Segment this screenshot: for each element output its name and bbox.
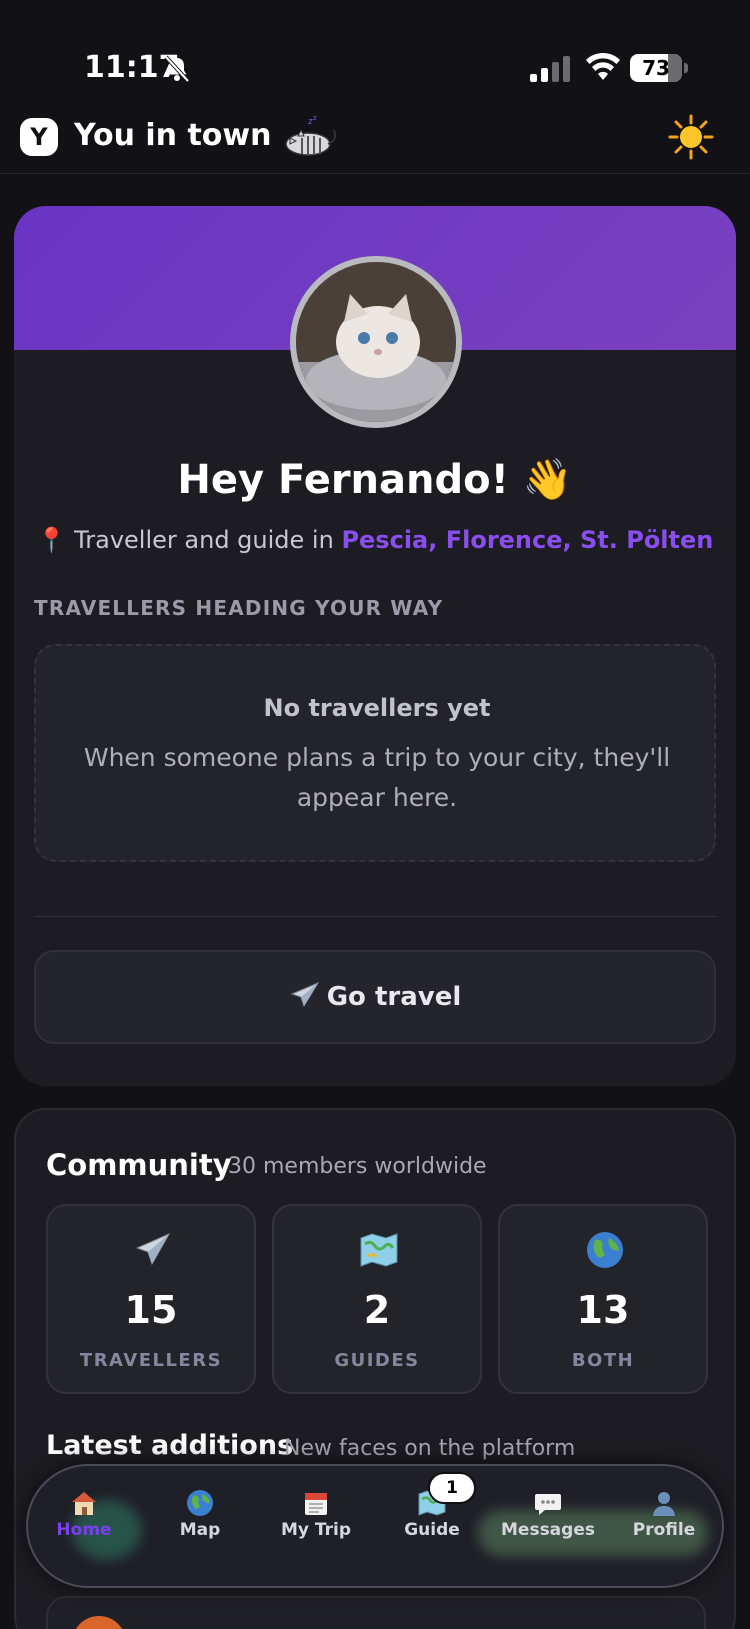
nav-item-messages[interactable]: Messages	[498, 1488, 598, 1568]
sun-icon[interactable]	[668, 114, 714, 160]
person-icon	[653, 1492, 675, 1516]
nav-label: Messages	[501, 1520, 595, 1540]
go-travel-button[interactable]: Go travel	[34, 950, 716, 1044]
go-travel-label: Go travel	[326, 982, 462, 1012]
stat-label: BOTH	[571, 1350, 635, 1371]
bell-slash-icon	[164, 55, 190, 83]
app-title: You in town	[74, 118, 272, 153]
divider	[34, 916, 716, 917]
latest-additions-subtitle: New faces on the platform	[284, 1436, 576, 1461]
logo-icon[interactable]: Y	[20, 118, 58, 156]
svg-text:z: z	[313, 114, 317, 122]
list-item[interactable]	[46, 1596, 706, 1629]
avatar[interactable]	[290, 256, 462, 428]
stat-card-travellers[interactable]: 15 TRAVELLERS	[46, 1204, 256, 1394]
stat-label: TRAVELLERS	[79, 1350, 223, 1371]
location-line: 📍 Traveller and guide in Pescia, Florenc…	[14, 526, 736, 554]
greeting-heading: Hey Fernando! 👋	[177, 457, 573, 503]
airplane-icon	[290, 981, 319, 1007]
speech-bubble-icon	[535, 1494, 561, 1515]
sleeping-cat-icon: z z	[285, 114, 337, 156]
stat-value: 15	[124, 1288, 178, 1332]
empty-state-title: No travellers yet	[263, 694, 491, 722]
nav-label: My Trip	[280, 1520, 352, 1540]
app-header: Y You in town z z	[0, 100, 750, 174]
nav-label: Home	[56, 1520, 112, 1540]
stat-card-both[interactable]: 13 BOTH	[498, 1204, 708, 1394]
latest-additions-title: Latest additions	[46, 1430, 294, 1461]
travellers-section-heading: TRAVELLERS HEADING YOUR WAY	[34, 596, 444, 620]
status-bar: 11:17 73	[0, 0, 750, 100]
house-icon	[72, 1492, 96, 1515]
calendar-icon	[305, 1493, 327, 1515]
guide-notification-badge: 1	[428, 1472, 476, 1504]
battery-percent: 73	[642, 56, 670, 80]
wifi-icon	[586, 52, 620, 80]
globe-icon	[587, 1232, 623, 1268]
globe-icon	[187, 1490, 213, 1516]
bottom-nav: Home Map My Trip Guide Messages Profile …	[26, 1464, 724, 1588]
nav-label: Profile	[632, 1520, 696, 1540]
location-cities[interactable]: Pescia, Florence, St. Pölten	[341, 526, 713, 554]
stat-label: GUIDES	[334, 1350, 420, 1371]
community-subtitle: 30 members worldwide	[228, 1154, 487, 1179]
stat-value: 13	[576, 1288, 630, 1332]
map-icon	[360, 1233, 398, 1267]
community-title: Community	[46, 1148, 232, 1182]
nav-item-profile[interactable]: Profile	[614, 1488, 714, 1568]
stat-value: 2	[363, 1288, 391, 1332]
nav-label: Guide	[404, 1520, 460, 1540]
travellers-empty-state: No travellers yet When someone plans a t…	[34, 644, 716, 862]
airplane-icon	[135, 1232, 171, 1266]
signal-icon	[530, 56, 570, 82]
nav-item-home[interactable]: Home	[34, 1488, 134, 1568]
nav-item-my-trip[interactable]: My Trip	[266, 1488, 366, 1568]
app-screen: 11:17 73 Y You in town z z Hey Fernando!…	[0, 0, 750, 1629]
profile-card: Hey Fernando! 👋 📍 Traveller and guide in…	[14, 206, 736, 1086]
nav-label: Map	[179, 1520, 221, 1540]
nav-item-map[interactable]: Map	[150, 1488, 250, 1568]
avatar	[72, 1616, 126, 1629]
empty-state-description: When someone plans a trip to your city, …	[83, 743, 671, 812]
stat-card-guides[interactable]: 2 GUIDES	[272, 1204, 482, 1394]
battery-icon: 73	[630, 54, 688, 82]
location-prefix: 📍 Traveller and guide in	[36, 526, 342, 554]
battery-nub	[684, 63, 688, 73]
